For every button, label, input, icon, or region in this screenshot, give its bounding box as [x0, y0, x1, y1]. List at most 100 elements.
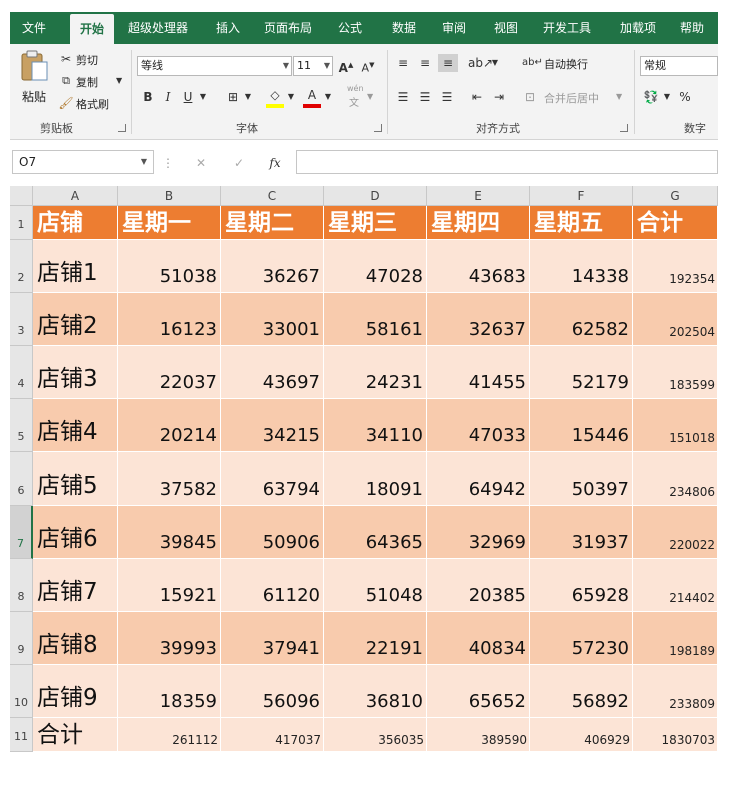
merge-center-button[interactable]: ⊡ 合并后居中 ▼	[522, 88, 622, 106]
insert-function-icon[interactable]: fx	[264, 154, 286, 172]
ribbon-tab[interactable]: 加载项	[620, 12, 656, 44]
row-header-9[interactable]: 9	[10, 612, 33, 665]
align-left-icon[interactable]: ☰	[394, 88, 412, 106]
select-all-corner[interactable]	[10, 186, 33, 206]
value-cell[interactable]: 24231	[324, 346, 427, 399]
row-header-2[interactable]: 2	[10, 240, 33, 293]
font-launcher-icon[interactable]	[374, 124, 382, 132]
store-name-cell[interactable]: 店铺9	[33, 665, 118, 718]
row-total-cell[interactable]: 220022	[633, 506, 718, 559]
border-dropdown-icon[interactable]: ▼	[243, 88, 253, 106]
copy-button[interactable]: ⧉ 复制 ▼	[58, 72, 128, 90]
font-color-icon[interactable]: A	[303, 86, 321, 108]
value-cell[interactable]: 47033	[427, 399, 530, 452]
ribbon-tab[interactable]: 插入	[216, 12, 240, 44]
header-cell[interactable]: 合计	[633, 206, 718, 240]
value-cell[interactable]: 52179	[530, 346, 633, 399]
percent-icon[interactable]: %	[676, 88, 694, 106]
increase-indent-icon[interactable]: ⇥	[490, 88, 508, 106]
value-cell[interactable]: 16123	[118, 293, 221, 346]
value-cell[interactable]: 36267	[221, 240, 324, 293]
row-header-11[interactable]: 11	[10, 718, 33, 752]
row-total-cell[interactable]: 234806	[633, 452, 718, 506]
column-header-d[interactable]: D	[324, 186, 427, 206]
formula-input[interactable]	[296, 150, 718, 174]
accounting-format-icon[interactable]: 💱	[642, 88, 660, 106]
value-cell[interactable]: 32637	[427, 293, 530, 346]
value-cell[interactable]: 34110	[324, 399, 427, 452]
value-cell[interactable]: 39993	[118, 612, 221, 665]
value-cell[interactable]: 64942	[427, 452, 530, 506]
more-options-icon[interactable]: ⋮	[162, 154, 174, 172]
underline-icon[interactable]: U	[180, 88, 196, 106]
orientation-dropdown-icon[interactable]: ▼	[490, 54, 500, 72]
align-bottom-icon[interactable]: ≡	[438, 54, 458, 72]
value-cell[interactable]: 50906	[221, 506, 324, 559]
value-cell[interactable]: 18091	[324, 452, 427, 506]
value-cell[interactable]: 15921	[118, 559, 221, 612]
decrease-font-icon[interactable]: A▼	[359, 56, 377, 78]
row-header-5[interactable]: 5	[10, 399, 33, 452]
header-cell[interactable]: 星期五	[530, 206, 633, 240]
value-cell[interactable]: 20385	[427, 559, 530, 612]
header-cell[interactable]: 星期四	[427, 206, 530, 240]
align-middle-icon[interactable]: ≡	[416, 54, 434, 72]
clipboard-launcher-icon[interactable]	[118, 124, 126, 132]
value-cell[interactable]: 57230	[530, 612, 633, 665]
merge-dropdown-icon[interactable]: ▼	[616, 88, 622, 106]
ribbon-tab[interactable]: 页面布局	[264, 12, 312, 44]
header-cell[interactable]: 星期二	[221, 206, 324, 240]
store-name-cell[interactable]: 店铺4	[33, 399, 118, 452]
fill-color-dropdown-icon[interactable]: ▼	[286, 88, 296, 106]
font-size-select[interactable]: 11 ▼	[293, 56, 333, 76]
row-header-7[interactable]: 7	[10, 506, 33, 559]
row-header-3[interactable]: 3	[10, 293, 33, 346]
value-cell[interactable]: 41455	[427, 346, 530, 399]
cancel-icon[interactable]: ✕	[192, 154, 210, 172]
value-cell[interactable]: 20214	[118, 399, 221, 452]
ribbon-tab[interactable]: 帮助	[680, 12, 704, 44]
store-name-cell[interactable]: 店铺2	[33, 293, 118, 346]
align-center-icon[interactable]: ☰	[416, 88, 434, 106]
ribbon-tab[interactable]: 公式	[338, 12, 362, 44]
fill-color-icon[interactable]: ◇	[266, 86, 284, 108]
alignment-launcher-icon[interactable]	[620, 124, 628, 132]
format-painter-button[interactable]: 🖌 格式刷	[58, 94, 128, 112]
row-total-cell[interactable]: 214402	[633, 559, 718, 612]
row-header-4[interactable]: 4	[10, 346, 33, 399]
value-cell[interactable]: 47028	[324, 240, 427, 293]
row-total-cell[interactable]: 202504	[633, 293, 718, 346]
worksheet-grid[interactable]: A B C D E F G 1 2 3 4 5 6 7 8 9 10 11 店铺 星期一 星期二 星期三 星期四 星期五 合计店…	[10, 186, 718, 764]
value-cell[interactable]: 51038	[118, 240, 221, 293]
row-header-10[interactable]: 10	[10, 665, 33, 718]
total-cell[interactable]: 356035	[324, 718, 427, 752]
ribbon-tab[interactable]: 开始	[70, 14, 115, 44]
value-cell[interactable]: 65652	[427, 665, 530, 718]
store-name-cell[interactable]: 店铺6	[33, 506, 118, 559]
font-name-select[interactable]: 等线 ▼	[137, 56, 292, 76]
total-label-cell[interactable]: 合计	[33, 718, 118, 752]
total-cell[interactable]: 389590	[427, 718, 530, 752]
value-cell[interactable]: 51048	[324, 559, 427, 612]
row-header-8[interactable]: 8	[10, 559, 33, 612]
header-cell[interactable]: 店铺	[33, 206, 118, 240]
value-cell[interactable]: 32969	[427, 506, 530, 559]
value-cell[interactable]: 65928	[530, 559, 633, 612]
font-color-dropdown-icon[interactable]: ▼	[323, 88, 333, 106]
value-cell[interactable]: 22037	[118, 346, 221, 399]
column-header-c[interactable]: C	[221, 186, 324, 206]
store-name-cell[interactable]: 店铺5	[33, 452, 118, 506]
increase-font-icon[interactable]: A▲	[337, 56, 355, 77]
ribbon-tab[interactable]: 文件	[22, 12, 46, 44]
header-cell[interactable]: 星期三	[324, 206, 427, 240]
column-header-e[interactable]: E	[427, 186, 530, 206]
total-cell[interactable]: 417037	[221, 718, 324, 752]
italic-icon[interactable]: I	[160, 88, 176, 106]
row-header-6[interactable]: 6	[10, 452, 33, 506]
value-cell[interactable]: 40834	[427, 612, 530, 665]
decrease-indent-icon[interactable]: ⇤	[468, 88, 486, 106]
value-cell[interactable]: 33001	[221, 293, 324, 346]
value-cell[interactable]: 63794	[221, 452, 324, 506]
ribbon-tab[interactable]: 视图	[494, 12, 518, 44]
accounting-dropdown-icon[interactable]: ▼	[662, 88, 672, 106]
